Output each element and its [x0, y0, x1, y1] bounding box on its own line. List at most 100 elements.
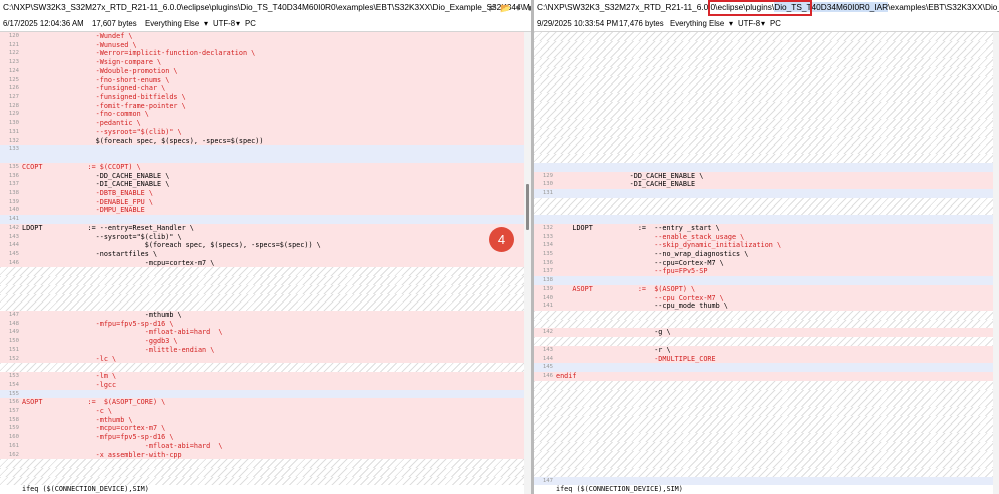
code-line[interactable]: 136 -DD_CACHE_ENABLE \ — [0, 171, 531, 181]
code-line[interactable]: 146 -mcpu=cortex-m7 \ — [0, 258, 531, 268]
code-line[interactable] — [534, 40, 999, 50]
chevron-down-icon[interactable]: ▾ — [236, 19, 240, 28]
code-line[interactable] — [534, 424, 999, 434]
code-line[interactable] — [534, 311, 999, 320]
code-line[interactable] — [534, 66, 999, 76]
code-line[interactable]: ifeq ($(CONNECTION_DEVICE),SIM) — [0, 485, 531, 494]
code-line[interactable]: 140 -DMPU_ENABLE — [0, 206, 531, 216]
chevron-down-icon[interactable]: ▾ — [761, 19, 765, 28]
code-line[interactable]: 138 — [534, 276, 999, 285]
code-line[interactable] — [0, 363, 531, 373]
code-line[interactable]: 142 LDOPT := --entry=Reset_Handler \ — [0, 223, 531, 233]
code-line[interactable]: 141 — [0, 215, 531, 224]
code-line[interactable] — [534, 154, 999, 163]
code-line[interactable] — [0, 154, 531, 163]
code-line[interactable]: 129 -DD_CACHE_ENABLE \ — [534, 171, 999, 181]
left-path-bar[interactable]: C:\NXP\SW32K3_S32M27x_RTD_R21-11_6.0.0\e… — [0, 0, 531, 18]
code-line[interactable]: 137 -DI_CACHE_ENABLE \ — [0, 180, 531, 189]
code-line[interactable]: 157 -c \ — [0, 406, 531, 416]
code-line[interactable]: 151 -mlittle-endian \ — [0, 345, 531, 355]
chevron-down-icon[interactable]: ▾ — [204, 19, 208, 28]
code-line[interactable] — [534, 441, 999, 451]
code-line[interactable] — [534, 206, 999, 216]
code-line[interactable]: 129 -fno-common \ — [0, 110, 531, 120]
code-line[interactable] — [534, 93, 999, 102]
code-line[interactable]: 155 — [0, 389, 531, 399]
code-line[interactable]: 159 -mcpu=cortex-m7 \ — [0, 424, 531, 434]
code-line[interactable]: 144 $(foreach spec, $(specs), -specs=$(s… — [0, 241, 531, 250]
code-line[interactable]: 162 -x assembler-with-cpp — [0, 450, 531, 460]
code-line[interactable]: 153 -lm \ — [0, 372, 531, 381]
code-line[interactable]: 120 -Wundef \ — [0, 32, 531, 41]
folder-icon[interactable]: 📂 — [500, 3, 511, 13]
code-line[interactable]: 156 ASOPT := $(ASOPT_CORE) \ — [0, 398, 531, 407]
code-line[interactable] — [534, 319, 999, 329]
code-line[interactable]: 132 $(foreach spec, $(specs), -specs=$(s… — [0, 136, 531, 146]
code-line[interactable] — [534, 389, 999, 399]
arrow-icon[interactable]: ⇄ — [487, 3, 497, 13]
code-line[interactable]: 146 endif — [534, 372, 999, 381]
left-vertical-scrollbar[interactable] — [524, 32, 531, 494]
code-line[interactable] — [534, 32, 999, 41]
code-line[interactable] — [534, 197, 999, 207]
code-line[interactable] — [534, 136, 999, 146]
right-filter-select[interactable]: Everything Else — [670, 19, 724, 28]
code-line[interactable] — [534, 406, 999, 416]
code-line[interactable] — [534, 459, 999, 468]
code-line[interactable]: 143 -r \ — [534, 345, 999, 355]
code-line[interactable]: 160 -mfpu=fpv5-sp-d16 \ — [0, 433, 531, 442]
code-line[interactable] — [534, 58, 999, 67]
code-line[interactable]: 161 -mfloat-abi=hard \ — [0, 441, 531, 451]
code-line[interactable] — [0, 476, 531, 486]
code-line[interactable]: 135 --no_wrap_diagnostics \ — [534, 250, 999, 259]
code-line[interactable]: 125 -fno-short-enums \ — [0, 75, 531, 85]
right-encoding-select[interactable]: UTF-8 — [738, 19, 760, 28]
code-line[interactable] — [534, 337, 999, 346]
code-line[interactable]: 138 -DBTB_ENABLE \ — [0, 188, 531, 198]
code-line[interactable]: 130 -DI_CACHE_ENABLE — [534, 180, 999, 189]
code-line[interactable]: 140 --cpu Cortex-M7 \ — [534, 293, 999, 303]
code-line[interactable]: 154 -lgcc — [0, 380, 531, 390]
chevron-down-icon[interactable]: ▾ — [729, 19, 733, 28]
code-line[interactable]: 133 --enable_stack_usage \ — [534, 232, 999, 242]
code-line[interactable] — [0, 459, 531, 468]
code-line[interactable] — [534, 468, 999, 477]
right-eol-label[interactable]: PC — [770, 19, 781, 28]
code-line[interactable]: 123 -Wsign-compare \ — [0, 58, 531, 67]
code-line[interactable]: 147 — [534, 476, 999, 486]
code-line[interactable] — [534, 101, 999, 111]
code-line[interactable]: 122 -Werror=implicit-function-declaratio… — [0, 49, 531, 59]
code-line[interactable] — [534, 119, 999, 128]
left-compare-pane[interactable]: C:\NXP\SW32K3_S32M27x_RTD_R21-11_6.0.0\e… — [0, 0, 531, 494]
code-line[interactable] — [534, 415, 999, 425]
code-line[interactable] — [0, 302, 531, 312]
code-line[interactable] — [534, 215, 999, 224]
code-line[interactable] — [534, 75, 999, 85]
code-line[interactable]: 131 — [534, 188, 999, 198]
code-line[interactable] — [534, 380, 999, 390]
code-line[interactable]: 145 — [534, 363, 999, 373]
code-line[interactable]: 141 --cpu_mode thumb \ — [534, 302, 999, 312]
code-line[interactable]: 126 -funsigned-char \ — [0, 84, 531, 94]
code-line[interactable] — [534, 127, 999, 137]
code-line[interactable]: 149 -mfloat-abi=hard \ — [0, 328, 531, 338]
code-line[interactable]: 133 — [0, 145, 531, 155]
code-line[interactable] — [0, 276, 531, 285]
code-line[interactable]: 121 -Wunused \ — [0, 40, 531, 50]
code-line[interactable] — [534, 110, 999, 120]
code-line[interactable] — [534, 450, 999, 460]
code-line[interactable]: 137 --fpu=FPv5-SP — [534, 267, 999, 277]
code-line[interactable]: 150 -ggdb3 \ — [0, 337, 531, 346]
code-line[interactable]: 139 -DENABLE_FPU \ — [0, 197, 531, 207]
code-line[interactable]: 130 -pedantic \ — [0, 119, 531, 128]
code-line[interactable] — [0, 284, 531, 294]
code-line[interactable]: 128 -fomit-frame-pointer \ — [0, 101, 531, 111]
code-line[interactable]: 134 --skip_dynamic_initialization \ — [534, 241, 999, 250]
chevron-down-icon[interactable]: ▾ — [513, 3, 523, 13]
right-path-bar[interactable]: C:\NXP\SW32K3_S32M27x_RTD_R21-11_6.0.0\e… — [534, 0, 999, 18]
code-line[interactable] — [534, 145, 999, 155]
code-line[interactable] — [534, 433, 999, 442]
code-line[interactable]: 158 -mthumb \ — [0, 415, 531, 425]
code-line[interactable]: 152 -lc \ — [0, 354, 531, 364]
code-line[interactable]: 145 -nostartfiles \ — [0, 250, 531, 259]
